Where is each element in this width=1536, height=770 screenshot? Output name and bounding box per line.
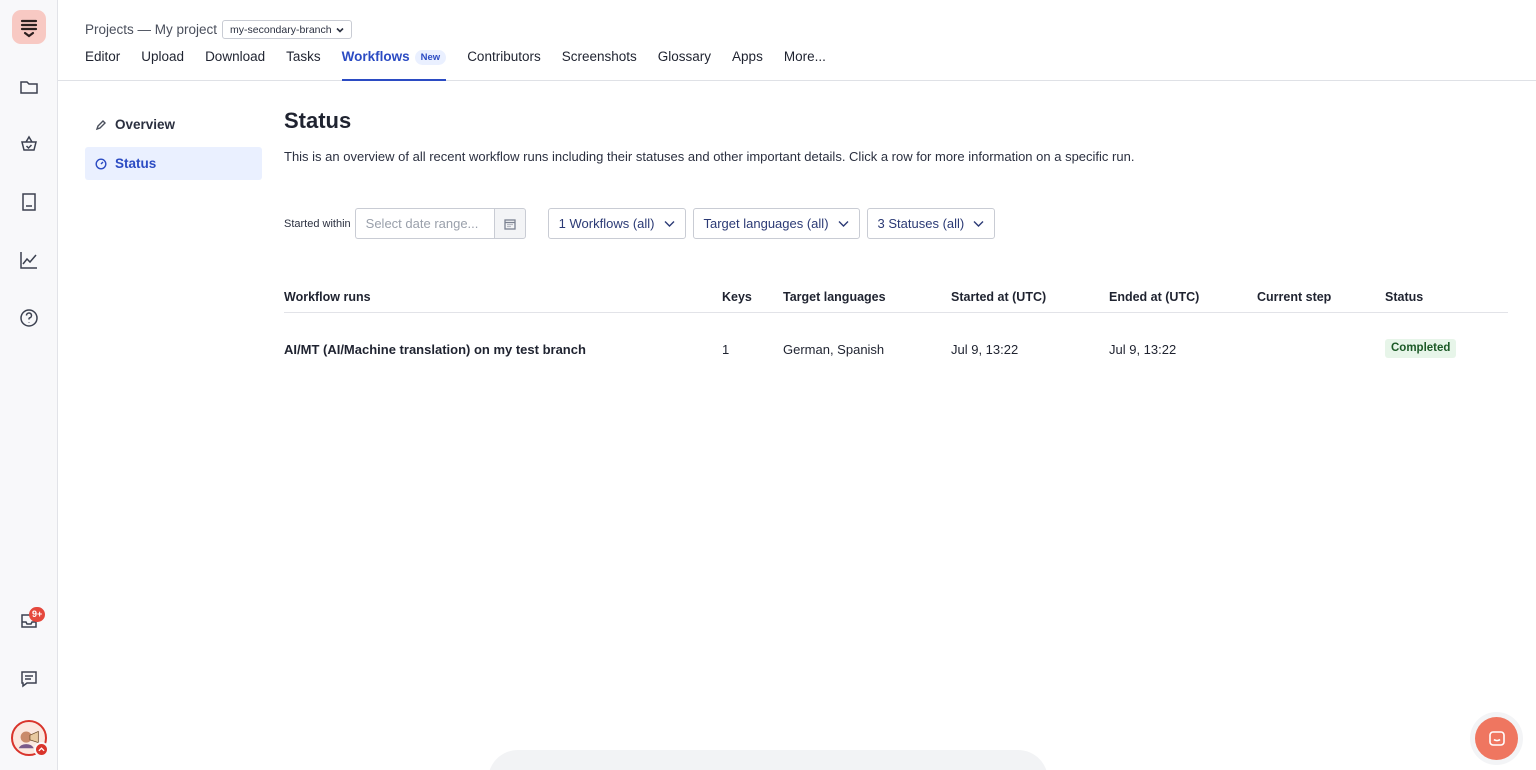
table-header: Workflow runs Keys Target languages Star… — [284, 282, 1508, 313]
started-at-value: Jul 9, 13:22 — [951, 342, 1019, 357]
side-item-status[interactable]: Status — [85, 147, 262, 180]
statuses-filter-dropdown[interactable]: 3 Statuses (all) — [866, 208, 996, 239]
started-within-label: Started within — [284, 217, 351, 230]
tab-more[interactable]: More... — [784, 48, 826, 81]
tab-apps[interactable]: Apps — [732, 48, 763, 81]
table-row[interactable]: AI/MT (AI/Machine translation) on my tes… — [284, 313, 1508, 385]
page-title: Status — [284, 108, 352, 133]
column-header-workflow-runs: Workflow runs — [284, 290, 371, 304]
calendar-icon — [504, 218, 516, 230]
column-header-status: Status — [1385, 290, 1424, 304]
tab-download[interactable]: Download — [205, 48, 265, 81]
tab-editor[interactable]: Editor — [85, 48, 120, 81]
chevron-down-icon — [838, 221, 849, 227]
page-description: This is an overview of all recent workfl… — [284, 149, 1135, 164]
keys-count: 1 — [722, 342, 730, 357]
help-icon[interactable] — [12, 301, 46, 335]
target-languages-filter-dropdown[interactable]: Target languages (all) — [692, 208, 860, 239]
chevron-down-icon — [664, 221, 674, 227]
messages-icon[interactable] — [12, 662, 46, 696]
chevron-up-icon[interactable] — [34, 742, 49, 757]
tab-glossary[interactable]: Glossary — [658, 48, 711, 81]
new-badge: New — [414, 50, 447, 65]
chat-icon — [1488, 730, 1505, 746]
basket-icon[interactable] — [12, 127, 46, 161]
support-chat-button[interactable] — [1475, 717, 1518, 760]
status-gauge-icon — [95, 157, 107, 170]
workflow-runs-table: Workflow runs Keys Target languages Star… — [284, 282, 1508, 385]
tab-tasks[interactable]: Tasks — [286, 48, 321, 81]
project-nav: Editor Upload Download Tasks Workflows N… — [85, 48, 847, 81]
notification-badge: 9+ — [29, 607, 46, 622]
target-languages-value: German, Spanish — [783, 342, 885, 357]
column-header-started-at: Started at (UTC) — [951, 290, 1047, 304]
branch-selector[interactable]: my-secondary-branch — [222, 20, 352, 39]
calendar-button[interactable] — [493, 208, 526, 239]
date-range-input[interactable] — [354, 208, 494, 239]
app-logo-icon[interactable] — [12, 10, 46, 44]
ended-at-value: Jul 9, 13:22 — [1109, 342, 1177, 357]
workflow-run-name: AI/MT (AI/Machine translation) on my tes… — [284, 342, 586, 357]
column-header-target-languages: Target languages — [783, 290, 886, 304]
breadcrumb: Projects — My project my-secondary-branc… — [85, 20, 352, 39]
status-badge: Completed — [1385, 339, 1457, 358]
chevron-down-icon — [973, 221, 984, 227]
workflows-filter-dropdown[interactable]: 1 Workflows (all) — [547, 208, 686, 239]
pencil-icon — [95, 119, 106, 130]
tab-contributors[interactable]: Contributors — [467, 48, 541, 81]
tab-screenshots[interactable]: Screenshots — [562, 48, 637, 81]
chart-icon[interactable] — [12, 243, 46, 277]
project-header: Projects — My project my-secondary-branc… — [58, 0, 1536, 81]
breadcrumb-text[interactable]: Projects — My project — [85, 22, 217, 37]
bottom-toolbar-edge — [488, 750, 1048, 770]
filters-bar: Started within 1 Workflows (all) Target … — [284, 208, 996, 239]
tab-workflows[interactable]: Workflows New — [341, 48, 447, 81]
main-content: Status This is an overview of all recent… — [284, 108, 1508, 358]
side-item-overview[interactable]: Overview — [85, 108, 262, 141]
workflows-side-nav: Overview Status — [85, 108, 262, 186]
column-header-keys: Keys — [722, 290, 752, 304]
chevron-down-icon — [336, 27, 344, 33]
folder-icon[interactable] — [12, 70, 46, 104]
tab-upload[interactable]: Upload — [141, 48, 184, 81]
branch-label: my-secondary-branch — [230, 23, 332, 36]
column-header-current-step: Current step — [1257, 290, 1332, 304]
left-rail: 9+ — [0, 0, 58, 770]
column-header-ended-at: Ended at (UTC) — [1109, 290, 1200, 304]
book-icon[interactable] — [12, 185, 46, 219]
